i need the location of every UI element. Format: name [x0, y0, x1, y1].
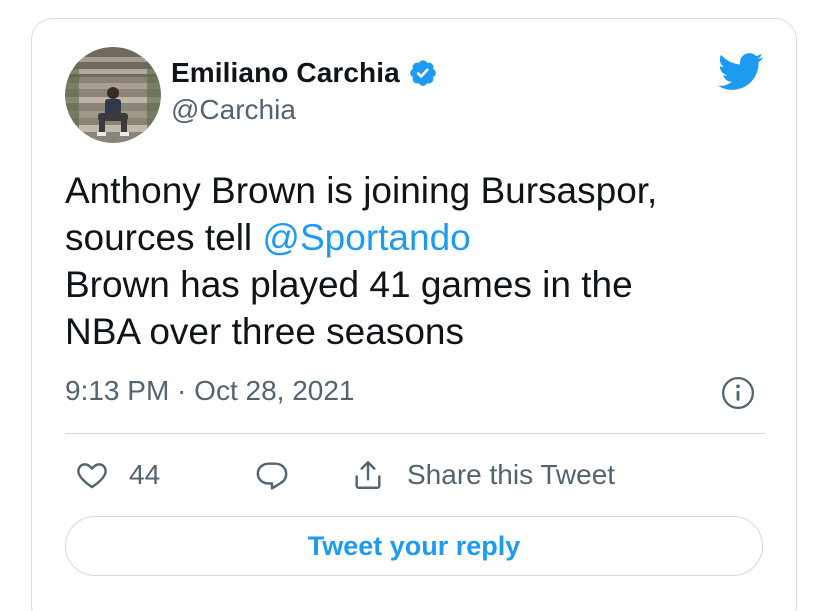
tweet-actions: 44 Share this Tweet — [65, 453, 765, 497]
tweet-line-3: Brown has played 41 games in the — [65, 264, 633, 305]
author-name-row[interactable]: Emiliano Carchia — [171, 55, 438, 91]
like-button[interactable]: 44 — [75, 453, 160, 497]
share-button[interactable]: Share this Tweet — [351, 453, 615, 497]
tweet-line-1: Anthony Brown is joining Bursaspor, — [65, 170, 658, 211]
tweet-line-2: sources tell @Sportando — [65, 214, 765, 261]
info-icon[interactable] — [721, 376, 755, 410]
tweet-text: Anthony Brown is joining Bursaspor, sour… — [65, 167, 765, 355]
tweet-reply-button[interactable]: Tweet your reply — [65, 516, 763, 576]
author-handle[interactable]: @Carchia — [171, 94, 296, 126]
share-label: Share this Tweet — [407, 459, 616, 490]
author-avatar[interactable] — [65, 47, 161, 143]
mention-link[interactable]: @Sportando — [262, 217, 470, 258]
author-display-name[interactable]: Emiliano Carchia — [171, 57, 400, 89]
heart-icon — [77, 463, 107, 489]
twitter-bird-icon[interactable] — [718, 52, 764, 92]
reply-icon — [256, 462, 288, 490]
verified-badge-icon — [409, 60, 436, 86]
share-icon — [355, 461, 381, 489]
tweet-line-2-text: sources tell — [65, 217, 263, 258]
divider — [65, 433, 765, 434]
like-count: 44 — [129, 459, 161, 490]
tweet-line-4: NBA over three seasons — [65, 311, 464, 352]
reply-button[interactable] — [255, 453, 289, 497]
tweet-card: Emiliano Carchia @Carchia Anthony Brown … — [31, 18, 797, 611]
tweet-timestamp[interactable]: 9:13 PM · Oct 28, 2021 — [65, 375, 355, 407]
